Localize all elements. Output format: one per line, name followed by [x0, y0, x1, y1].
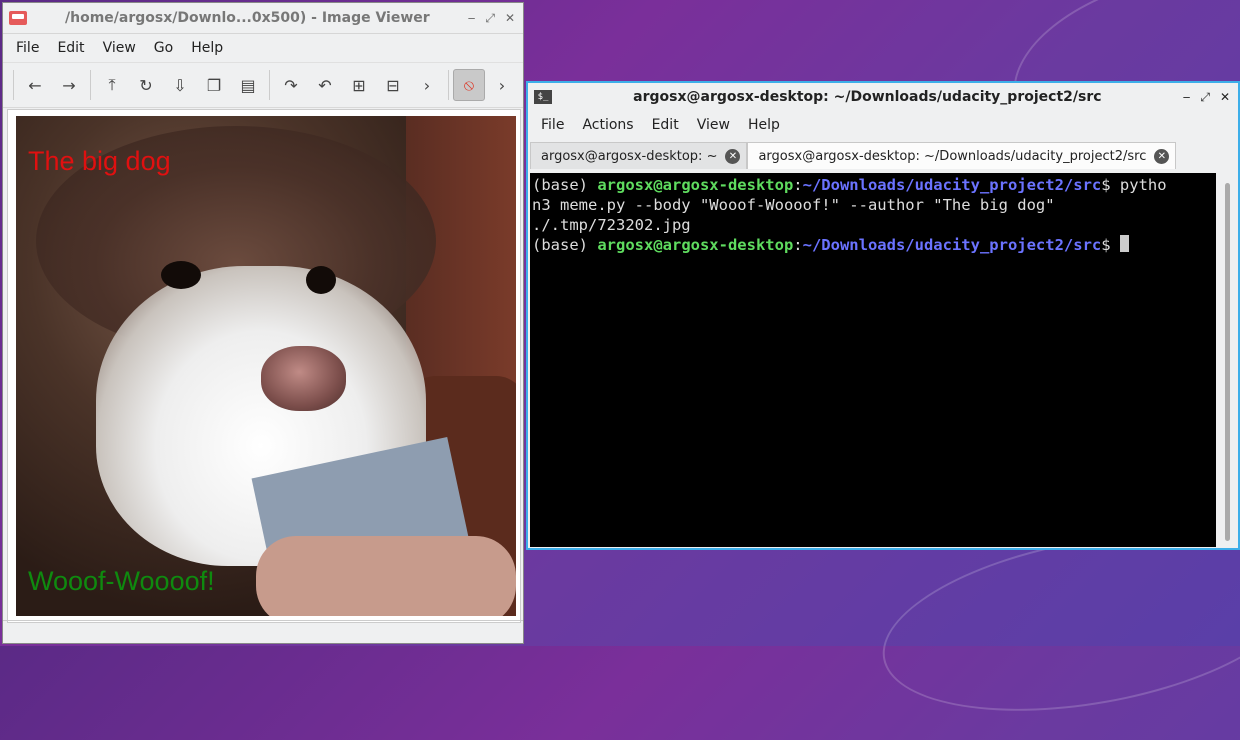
- prompt-path: ~/Downloads/udacity_project2/src: [802, 236, 1102, 254]
- image-viewer-window[interactable]: /home/argosx/Downlo...0x500) - Image Vie…: [2, 2, 524, 644]
- viewer-statusbar: [3, 620, 523, 643]
- upload-icon[interactable]: ⤒: [95, 70, 129, 100]
- menu-view[interactable]: View: [688, 117, 739, 133]
- tab-home[interactable]: argosx@argosx-desktop: ~ ✕: [530, 142, 748, 169]
- menu-actions[interactable]: Actions: [573, 117, 642, 133]
- terminal-tabbar: argosx@argosx-desktop: ~ ✕ argosx@argosx…: [528, 139, 1238, 169]
- meme-author-text: The big dog: [28, 146, 171, 176]
- stop-icon[interactable]: ⦸: [453, 69, 485, 101]
- viewer-menubar: File Edit View Go Help: [3, 34, 523, 63]
- toolbar-separator: [13, 70, 14, 100]
- paste-icon[interactable]: ▤: [231, 70, 265, 100]
- menu-help[interactable]: Help: [182, 40, 232, 56]
- menu-file[interactable]: File: [532, 117, 573, 133]
- toolbar-separator: [90, 70, 91, 100]
- terminal-app-icon: $_: [534, 90, 552, 104]
- tab-project-src[interactable]: argosx@argosx-desktop: ~/Downloads/udaci…: [747, 142, 1177, 169]
- save-icon[interactable]: ⇩: [163, 70, 197, 100]
- image-canvas[interactable]: The big dog Wooof-Woooof!: [7, 109, 521, 623]
- menu-edit[interactable]: Edit: [48, 40, 93, 56]
- zoom-out-icon[interactable]: ⊟: [376, 70, 410, 100]
- terminal-output[interactable]: (base) argosx@argosx-desktop:~/Downloads…: [530, 173, 1216, 547]
- toolbar-separator: [269, 70, 270, 100]
- rotate-cw-icon[interactable]: ↷: [274, 70, 308, 100]
- more-icon[interactable]: ›: [485, 70, 519, 100]
- tab-label: argosx@argosx-desktop: ~/Downloads/udaci…: [758, 148, 1147, 164]
- text-cursor: [1119, 235, 1129, 252]
- image-viewer-app-icon: [9, 11, 27, 25]
- menu-file[interactable]: File: [7, 40, 48, 56]
- minimize-icon[interactable]: ‒: [468, 11, 476, 26]
- menu-go[interactable]: Go: [145, 40, 182, 56]
- dog-photo: The big dog Wooof-Woooof!: [16, 116, 516, 616]
- viewer-window-title: /home/argosx/Downlo...0x500) - Image Vie…: [65, 10, 430, 26]
- copy-icon[interactable]: ❐: [197, 70, 231, 100]
- close-icon[interactable]: ✕: [505, 11, 515, 26]
- viewer-toolbar: ← → ⤒ ↻ ⇩ ❐ ▤ ↷ ↶ ⊞ ⊟ › ⦸ ›: [3, 63, 523, 108]
- minimize-icon[interactable]: ‒: [1183, 90, 1191, 105]
- reload-icon[interactable]: ↻: [129, 70, 163, 100]
- scrollbar-thumb[interactable]: [1225, 183, 1230, 541]
- toolbar-separator: [448, 70, 449, 100]
- terminal-titlebar[interactable]: $_ argosx@argosx-desktop: ~/Downloads/ud…: [528, 83, 1238, 111]
- terminal-window[interactable]: $_ argosx@argosx-desktop: ~/Downloads/ud…: [526, 81, 1240, 550]
- maximize-icon[interactable]: ⤢: [485, 11, 495, 26]
- terminal-scrollbar[interactable]: [1220, 175, 1236, 545]
- viewer-titlebar[interactable]: /home/argosx/Downlo...0x500) - Image Vie…: [3, 3, 523, 34]
- menu-view[interactable]: View: [94, 40, 145, 56]
- next-icon[interactable]: ›: [410, 70, 444, 100]
- tab-label: argosx@argosx-desktop: ~: [541, 148, 718, 164]
- terminal-line: n3 meme.py --body "Wooof-Woooof!" --auth…: [532, 196, 1055, 214]
- menu-help[interactable]: Help: [739, 117, 789, 133]
- terminal-line: ./.tmp/723202.jpg: [532, 216, 691, 234]
- prompt-user: argosx@argosx-desktop: [597, 176, 794, 194]
- back-icon[interactable]: ←: [18, 70, 52, 100]
- rotate-ccw-icon[interactable]: ↶: [308, 70, 342, 100]
- terminal-line: (base) argosx@argosx-desktop:~/Downloads…: [532, 176, 1167, 194]
- forward-icon[interactable]: →: [52, 70, 86, 100]
- prompt-user: argosx@argosx-desktop: [597, 236, 794, 254]
- meme-body-text: Wooof-Woooof!: [28, 566, 215, 596]
- close-tab-icon[interactable]: ✕: [725, 148, 741, 164]
- zoom-in-icon[interactable]: ⊞: [342, 70, 376, 100]
- terminal-window-title: argosx@argosx-desktop: ~/Downloads/udaci…: [633, 89, 1102, 105]
- prompt-path: ~/Downloads/udacity_project2/src: [802, 176, 1102, 194]
- terminal-line: (base) argosx@argosx-desktop:~/Downloads…: [532, 235, 1216, 255]
- close-icon[interactable]: ✕: [1220, 90, 1230, 105]
- menu-edit[interactable]: Edit: [643, 117, 688, 133]
- maximize-icon[interactable]: ⤢: [1200, 90, 1210, 105]
- terminal-menubar: File Actions Edit View Help: [528, 111, 1238, 139]
- close-tab-icon[interactable]: ✕: [1154, 148, 1170, 164]
